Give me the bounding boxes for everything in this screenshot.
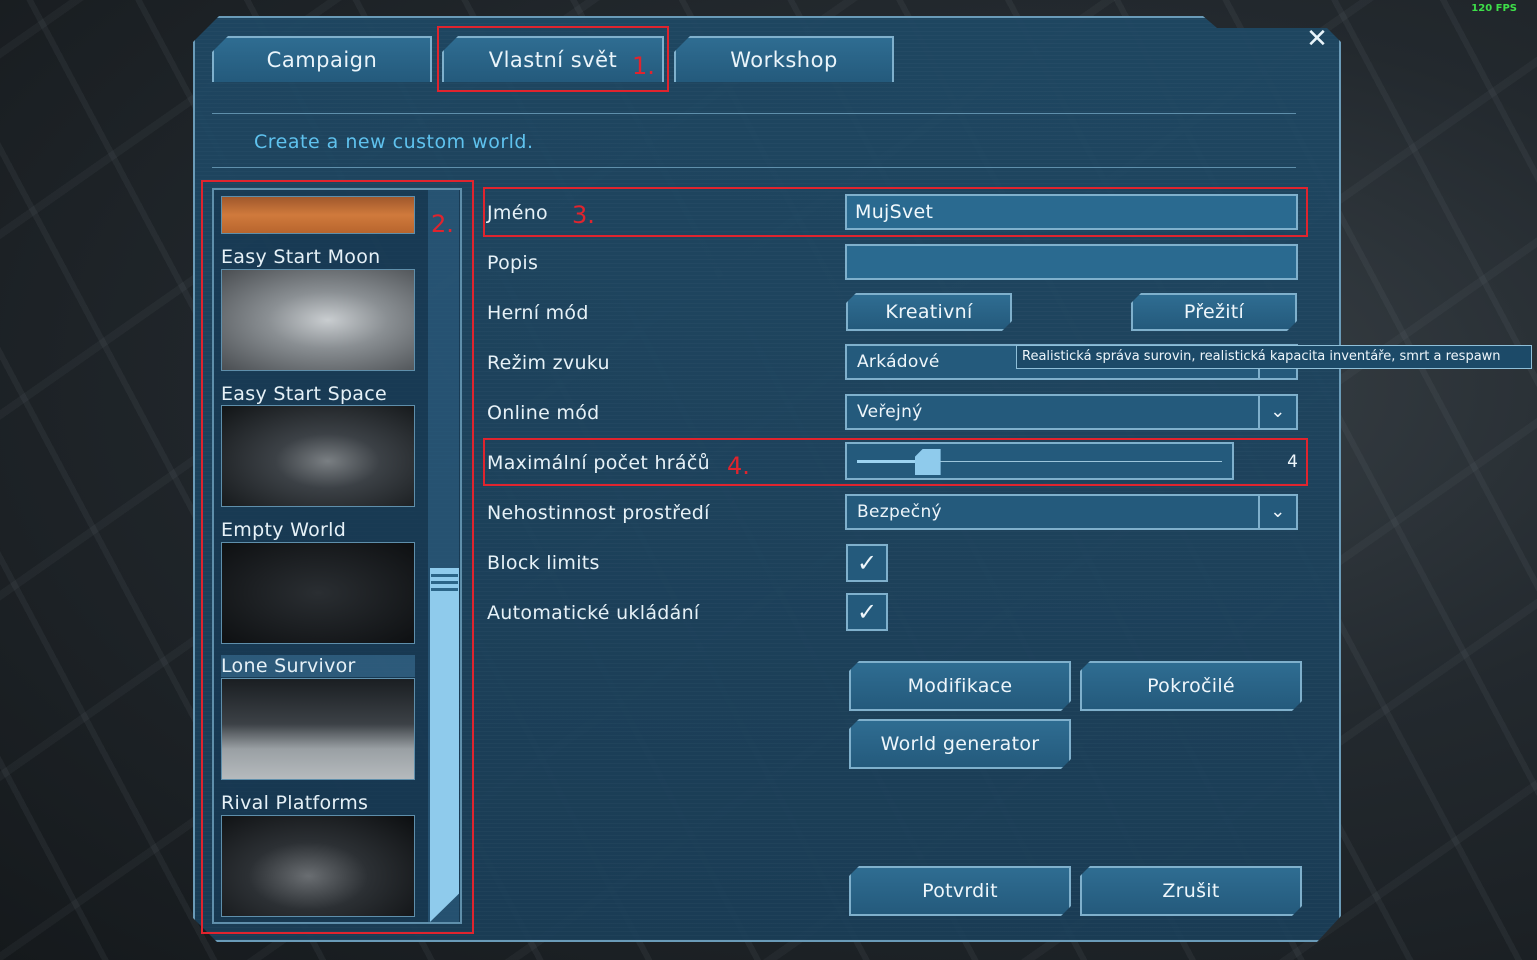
confirm-button[interactable]: Potvrdit [849,866,1071,916]
chevron-down-icon[interactable]: ⌄ [1258,496,1296,528]
environment-value: Bezpečný [857,502,942,522]
block-limits-label: Block limits [487,552,600,574]
divider-bottom [212,167,1296,168]
autosave-label: Automatické ukládání [487,602,700,624]
divider-top [212,113,1296,114]
fps-counter: 120 FPS [1471,3,1517,14]
annotation-number-3: 3. [572,201,595,229]
autosave-checkbox[interactable]: ✓ [846,593,888,631]
environment-select[interactable]: Bezpečný ⌄ [845,494,1298,530]
online-mode-select[interactable]: Veřejný ⌄ [845,394,1298,430]
annotation-number-1: 1. [632,52,655,80]
annotation-box-4 [483,438,1308,486]
close-icon[interactable]: ✕ [1304,26,1330,52]
environment-label: Nehostinnost prostředí [487,502,710,524]
block-limits-checkbox[interactable]: ✓ [846,544,888,582]
game-mode-creative-button[interactable]: Kreativní [846,293,1012,331]
cancel-button[interactable]: Zrušit [1080,866,1302,916]
tab-campaign[interactable]: Campaign [212,36,432,82]
online-mode-value: Veřejný [857,402,923,422]
description-input[interactable] [845,244,1298,280]
annotation-number-2: 2. [431,210,454,238]
survival-tooltip: Realistická správa surovin, realistická … [1016,345,1532,369]
description-label: Popis [487,252,539,274]
page-subtitle: Create a new custom world. [254,131,534,153]
chevron-down-icon[interactable]: ⌄ [1258,396,1296,428]
annotation-box-3 [483,187,1308,237]
game-mode-label: Herní mód [487,302,589,324]
annotation-box-2 [201,180,474,934]
tab-workshop[interactable]: Workshop [674,36,894,82]
game-mode-survival-button[interactable]: Přežití [1131,293,1297,331]
sound-mode-label: Režim zvuku [487,352,610,374]
online-mode-label: Online mód [487,402,600,424]
annotation-number-4: 4. [727,452,750,480]
sound-mode-value: Arkádové [857,352,940,372]
mods-button[interactable]: Modifikace [849,661,1071,711]
advanced-button[interactable]: Pokročilé [1080,661,1302,711]
world-generator-button[interactable]: World generator [849,719,1071,769]
